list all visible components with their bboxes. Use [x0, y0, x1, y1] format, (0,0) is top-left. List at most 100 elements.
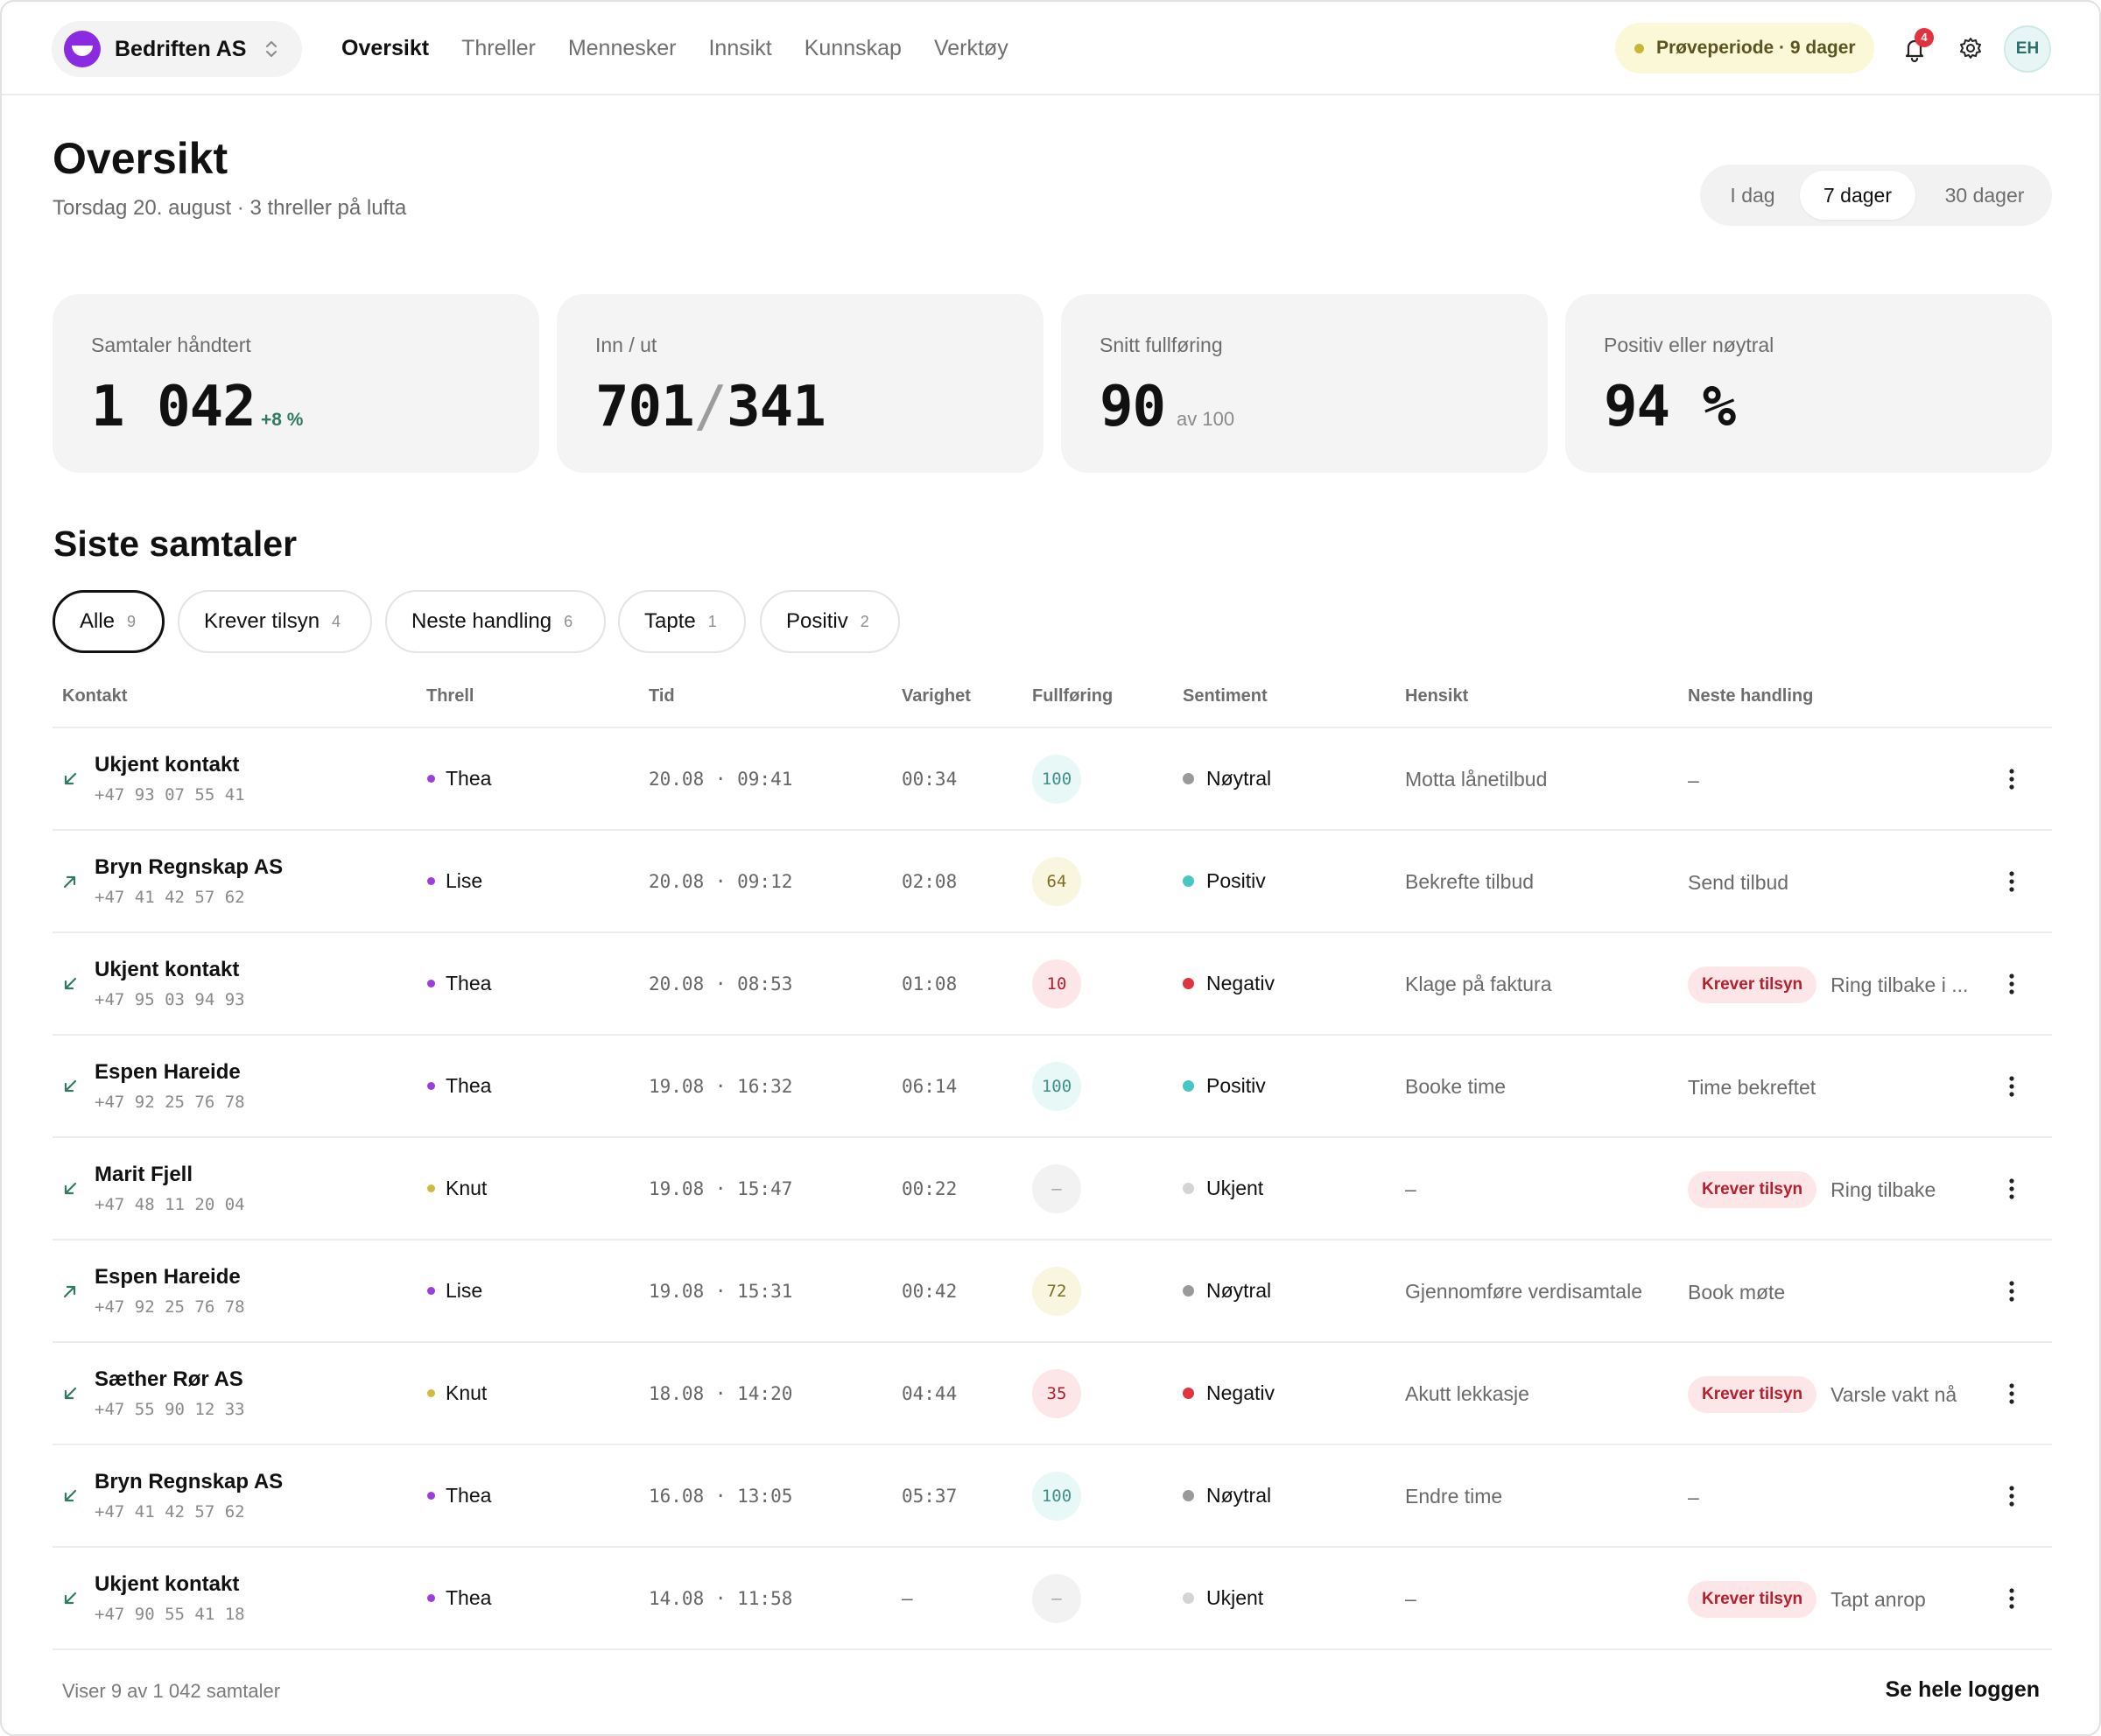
page-title: Oversikt — [53, 134, 228, 183]
intent-text: Akutt lekkasje — [1405, 1382, 1529, 1405]
col-neste-handling[interactable]: Neste handling — [1688, 686, 1813, 706]
org-name: Bedriften AS — [115, 36, 247, 61]
range-30-days[interactable]: 30 dager — [1926, 171, 2043, 220]
filter-neste-handling[interactable]: Neste handling 6 — [385, 590, 606, 653]
contact-name[interactable]: Sæther Rør AS — [95, 1367, 243, 1392]
more-options-icon[interactable] — [2006, 1072, 2017, 1100]
thread-name: Thea — [446, 1074, 492, 1097]
table-row[interactable]: Ukjent kontakt +47 95 03 94 93 Thea 20.08 ·… — [53, 933, 2052, 1036]
sentiment-dot — [1183, 1388, 1194, 1399]
table-row[interactable]: Marit Fjell +47 48 11 20 04 Knut 19.08 · 15… — [53, 1138, 2052, 1241]
arrow-outbound-icon — [61, 873, 79, 890]
table-row[interactable]: Bryn Regnskap AS +47 41 42 57 62 Lise 20.08… — [53, 831, 2052, 933]
completion-score: 64 — [1032, 857, 1081, 906]
arrow-inbound-icon — [61, 1180, 79, 1198]
trial-badge[interactable]: Prøveperiode · 9 dager — [1615, 23, 1874, 74]
arrow-inbound-icon — [61, 975, 79, 993]
table-row[interactable]: Espen Hareide +47 92 25 76 78 Lise 19.08 · … — [53, 1241, 2052, 1343]
contact-name[interactable]: Ukjent kontakt — [95, 1572, 239, 1597]
range-today[interactable]: I dag — [1712, 171, 1793, 220]
call-duration: 02:08 — [902, 871, 958, 892]
filter-label: Neste handling — [411, 609, 552, 633]
next-action-text: Ring tilbake — [1830, 1177, 1936, 1201]
col-sentiment[interactable]: Sentiment — [1183, 686, 1268, 706]
col-tid[interactable]: Tid — [649, 686, 675, 706]
contact-name[interactable]: Ukjent kontakt — [95, 958, 239, 982]
thread-cell: Lise — [427, 869, 482, 893]
next-action-text: Send tilbud — [1688, 870, 1789, 894]
more-options-icon[interactable] — [2006, 1380, 2017, 1408]
contact-name[interactable]: Ukjent kontakt — [95, 753, 239, 777]
filter-krever-tilsyn[interactable]: Krever tilsyn 4 — [178, 590, 372, 653]
next-action-text: Tapt anrop — [1830, 1587, 1926, 1611]
sentiment-dot — [1183, 1490, 1194, 1501]
completion-score: – — [1032, 1164, 1081, 1213]
more-options-icon[interactable] — [2006, 1482, 2017, 1510]
filter-positiv[interactable]: Positiv 2 — [760, 590, 900, 653]
nav-kunnskap[interactable]: Kunnskap — [805, 35, 902, 61]
thread-cell: Thea — [427, 767, 491, 791]
nav-threller[interactable]: Threller — [461, 35, 536, 61]
contact-phone: +47 93 07 55 41 — [95, 785, 245, 805]
filter-alle[interactable]: Alle 9 — [53, 590, 165, 653]
call-time: 19.08 · 15:47 — [649, 1178, 793, 1199]
contact-phone: +47 92 25 76 78 — [95, 1093, 245, 1112]
sentiment-label: Nøytral — [1206, 1279, 1272, 1302]
contact-name[interactable]: Marit Fjell — [95, 1163, 193, 1187]
table-row[interactable]: Ukjent kontakt +47 90 55 41 18 Thea 14.08 ·… — [53, 1548, 2052, 1650]
call-time: 20.08 · 08:53 — [649, 973, 793, 995]
see-full-log-link[interactable]: Se hele loggen — [1886, 1677, 2040, 1703]
col-kontakt[interactable]: Kontakt — [62, 686, 127, 706]
arrow-inbound-icon — [61, 1385, 79, 1402]
col-fullforing[interactable]: Fullføring — [1032, 686, 1113, 706]
contact-name[interactable]: Espen Hareide — [95, 1265, 241, 1290]
stat-label: Snitt fullføring — [1100, 334, 1223, 356]
table-row[interactable]: Bryn Regnskap AS +47 41 42 57 62 Thea 16.08… — [53, 1445, 2052, 1548]
stat-separator: / — [693, 375, 728, 439]
thread-cell: Thea — [427, 1586, 491, 1610]
sentiment-dot — [1183, 1183, 1194, 1194]
next-action-text: Book møte — [1688, 1280, 1786, 1304]
sentiment-label: Positiv — [1206, 869, 1266, 892]
range-7-days[interactable]: 7 dager — [1800, 171, 1915, 220]
contact-name[interactable]: Espen Hareide — [95, 1060, 241, 1085]
stat-value: 701/341 — [595, 375, 826, 439]
org-logo-icon — [64, 31, 101, 67]
nav-oversikt[interactable]: Oversikt — [341, 35, 429, 61]
nav-innsikt[interactable]: Innsikt — [708, 35, 771, 61]
nav-verktoy[interactable]: Verktøy — [934, 35, 1008, 61]
call-time: 20.08 · 09:41 — [649, 769, 793, 790]
filter-count: 6 — [564, 612, 573, 630]
thread-name: Thea — [446, 972, 492, 995]
more-options-icon[interactable] — [2006, 970, 2017, 998]
table-row[interactable]: Sæther Rør AS +47 55 90 12 33 Knut 18.08 · … — [53, 1343, 2052, 1445]
page-subtitle: Torsdag 20. august · 3 threller på lufta — [53, 196, 407, 220]
thread-color-dot — [427, 877, 435, 885]
filter-label: Positiv — [786, 609, 848, 633]
table-row[interactable]: Ukjent kontakt +47 93 07 55 41 Thea 20.08 ·… — [53, 728, 2052, 831]
more-options-icon[interactable] — [2006, 765, 2017, 793]
org-switcher[interactable]: Bedriften AS — [52, 21, 302, 77]
gear-icon[interactable] — [1957, 35, 1984, 61]
sentiment-dot — [1183, 1592, 1194, 1604]
user-avatar[interactable]: EH — [2004, 25, 2051, 73]
stat-label: Samtaler håndtert — [91, 334, 251, 356]
more-options-icon[interactable] — [2006, 1585, 2017, 1613]
col-varighet[interactable]: Varighet — [902, 686, 971, 706]
call-time: 20.08 · 09:12 — [649, 871, 793, 892]
next-action-cell: Send tilbud — [1688, 864, 1788, 901]
filter-tapte[interactable]: Tapte 1 — [618, 590, 746, 653]
more-options-icon[interactable] — [2006, 1277, 2017, 1305]
stat-value: 1 042 — [91, 375, 256, 439]
nav-mennesker[interactable]: Mennesker — [568, 35, 677, 61]
contact-name[interactable]: Bryn Regnskap AS — [95, 1470, 283, 1494]
next-action-cell: Krever tilsyn Ring tilbake i ... — [1688, 966, 1968, 1003]
col-hensikt[interactable]: Hensikt — [1405, 686, 1468, 706]
top-bar: Bedriften AS Oversikt Threller Mennesker… — [2, 2, 2099, 95]
col-threll[interactable]: Threll — [426, 686, 474, 706]
table-row[interactable]: Espen Hareide +47 92 25 76 78 Thea 19.08 · … — [53, 1036, 2052, 1138]
sentiment-label: Negativ — [1206, 972, 1275, 995]
more-options-icon[interactable] — [2006, 868, 2017, 896]
more-options-icon[interactable] — [2006, 1175, 2017, 1203]
contact-name[interactable]: Bryn Regnskap AS — [95, 855, 283, 880]
